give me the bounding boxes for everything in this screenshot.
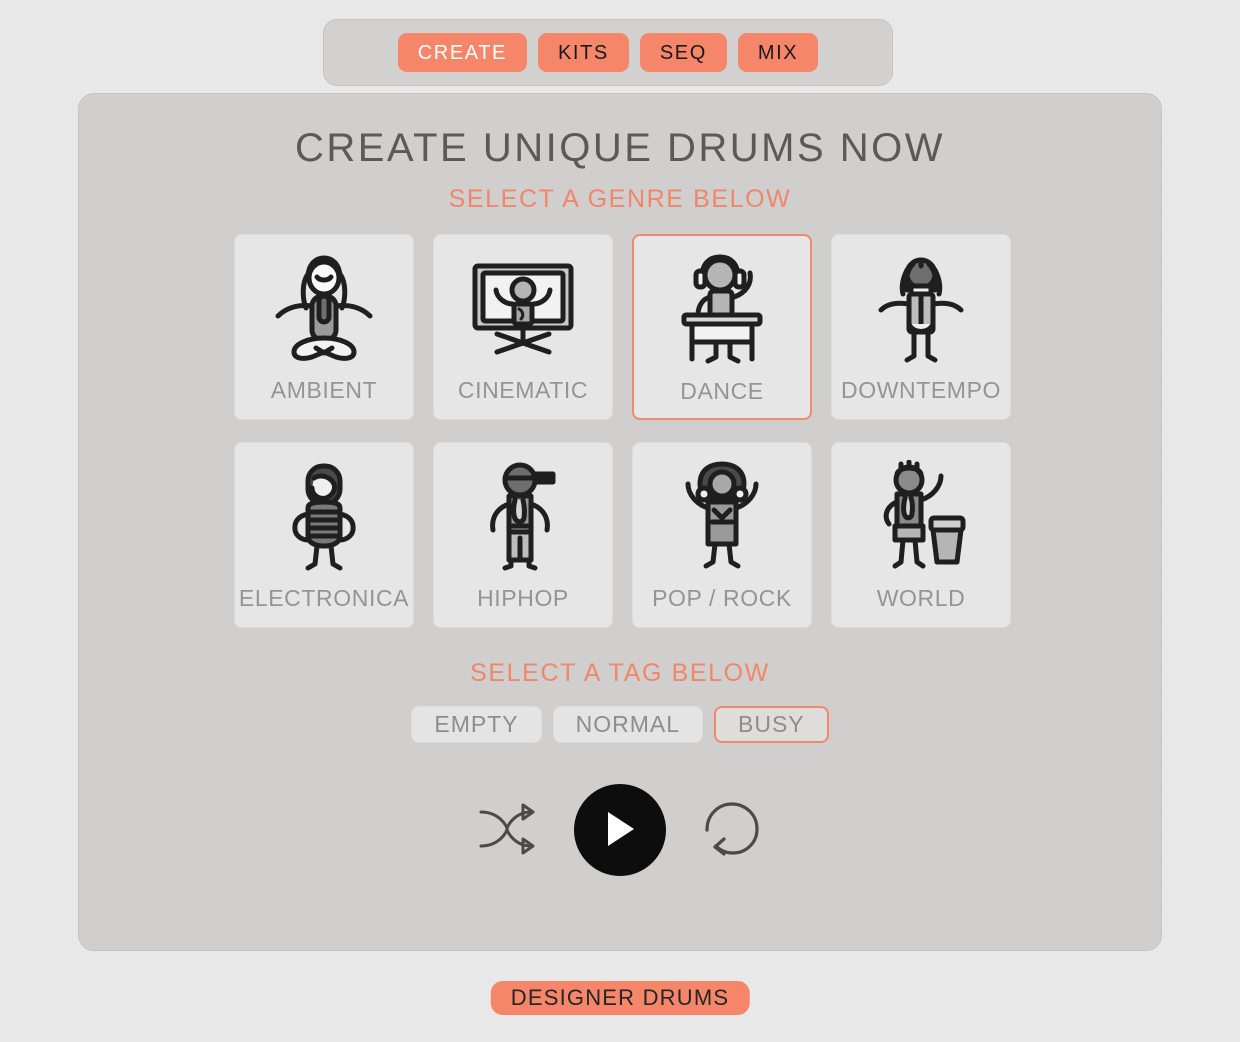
tag-prompt: SELECT A TAG BELOW [470,659,770,687]
screen-person-icon [455,247,591,373]
dreadlocks-person-icon [853,247,989,373]
dj-headphones-icon [654,248,790,374]
nav-tab-seq[interactable]: SEQ [639,33,727,72]
genre-label: AMBIENT [270,377,378,403]
nav-tab-mix[interactable]: MIX [737,33,819,72]
genre-grid: AMBIENT CINEMATIC DANCE DOWNTEMPO ELECTR… [234,234,1012,628]
top-navigation-bar: CREATE KITS SEQ MIX [323,19,893,86]
genre-card-world[interactable]: WORLD [831,442,1011,628]
genre-card-downtempo[interactable]: DOWNTEMPO [831,234,1011,420]
play-icon [600,808,640,853]
genre-label: WORLD [876,585,966,611]
genre-card-ambient[interactable]: AMBIENT [234,234,414,420]
genre-label: POP / ROCK [652,585,792,611]
main-panel: CREATE UNIQUE DRUMS NOW SELECT A GENRE B… [78,93,1162,951]
footer-brand-button[interactable]: DESIGNER DRUMS [490,981,750,1015]
genre-card-electronica[interactable]: ELECTRONICA [234,442,414,628]
afro-person-icon [654,455,790,581]
tag-button-empty[interactable]: EMPTY [411,706,542,743]
tag-row: EMPTY NORMAL BUSY [79,706,1161,743]
cap-person-icon [455,455,591,581]
nav-tab-kits[interactable]: KITS [537,33,629,72]
nav-tab-create[interactable]: CREATE [397,33,527,72]
play-button[interactable] [574,784,666,876]
genre-card-hiphop[interactable]: HIPHOP [433,442,613,628]
genre-label: DANCE [680,378,764,404]
tag-button-normal[interactable]: NORMAL [552,706,703,743]
genre-label: DOWNTEMPO [841,377,1001,403]
genre-card-dance[interactable]: DANCE [632,234,812,420]
genre-label: ELECTRONICA [238,585,410,611]
conga-drummer-icon [853,455,989,581]
page-title: CREATE UNIQUE DRUMS NOW [294,126,946,170]
shuffle-icon [473,794,543,867]
reset-button[interactable] [692,790,772,870]
shuffle-button[interactable] [468,790,548,870]
genre-prompt: SELECT A GENRE BELOW [448,185,792,213]
tag-section: SELECT A TAG BELOW EMPTY NORMAL BUSY [79,659,1161,743]
genre-label: CINEMATIC [457,377,589,403]
genre-card-pop-rock[interactable]: POP / ROCK [632,442,812,628]
helmet-person-icon [256,455,392,581]
transport-controls [79,784,1161,876]
genre-card-cinematic[interactable]: CINEMATIC [433,234,613,420]
genre-label: HIPHOP [477,585,569,611]
tag-button-busy[interactable]: BUSY [714,706,829,743]
meditating-person-icon [256,247,392,373]
loop-arrow-icon [699,796,765,865]
